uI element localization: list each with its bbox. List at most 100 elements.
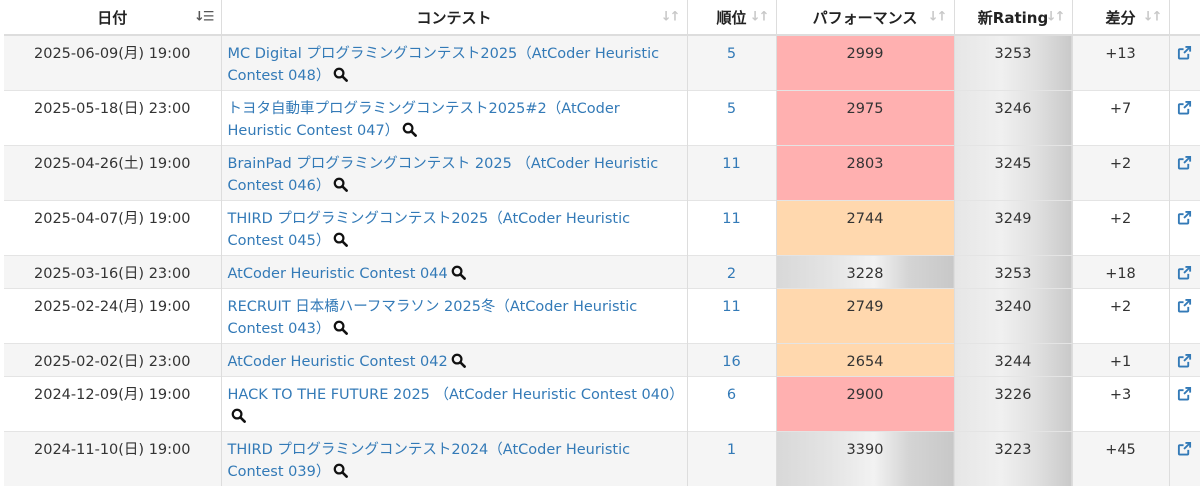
detail-cell bbox=[1169, 34, 1200, 90]
performance-cell: 2654 bbox=[776, 342, 955, 376]
diff-cell: +1 bbox=[1072, 342, 1170, 376]
diff-cell: +18 bbox=[1072, 254, 1170, 288]
performance-cell: 2999 bbox=[776, 34, 955, 90]
new-rating-cell: 3249 bbox=[954, 199, 1073, 255]
rank-link[interactable]: 11 bbox=[722, 299, 740, 315]
new-rating-cell: 3240 bbox=[954, 287, 1073, 343]
diff-cell: +2 bbox=[1072, 199, 1170, 255]
sort-descending-icon[interactable]: ↓☰ bbox=[194, 10, 214, 25]
rank-cell: 5 bbox=[687, 34, 777, 90]
date-cell: 2025-03-16(日) 23:00 bbox=[4, 254, 222, 288]
external-link-icon[interactable] bbox=[1177, 386, 1192, 408]
search-icon[interactable] bbox=[451, 353, 466, 375]
rank-link[interactable]: 6 bbox=[727, 387, 736, 403]
contest-link[interactable]: トヨタ自動車プログラミングコンテスト2025#2（AtCoder Heurist… bbox=[228, 101, 620, 139]
contest-link[interactable]: BrainPad プログラミングコンテスト 2025 （AtCoder Heur… bbox=[228, 156, 659, 194]
performance-cell: 2803 bbox=[776, 144, 955, 200]
sort-icon[interactable]: ↓↑ bbox=[1046, 10, 1066, 25]
search-icon[interactable] bbox=[333, 463, 349, 485]
diff-cell: +3 bbox=[1072, 375, 1170, 431]
search-icon[interactable] bbox=[333, 232, 349, 254]
performance-cell: 2744 bbox=[776, 199, 955, 255]
rank-cell: 11 bbox=[687, 199, 777, 255]
rank-link[interactable]: 11 bbox=[722, 156, 740, 172]
detail-cell bbox=[1169, 89, 1200, 145]
diff-cell: +13 bbox=[1072, 34, 1170, 90]
header-contest[interactable]: コンテスト ↓↑ bbox=[221, 0, 688, 36]
new-rating-cell: 3226 bbox=[954, 375, 1073, 431]
date-cell: 2025-04-26(土) 19:00 bbox=[4, 144, 222, 200]
header-diff[interactable]: 差分 ↓↑ bbox=[1072, 0, 1170, 36]
contest-cell: THIRD プログラミングコンテスト2024（AtCoder Heuristic… bbox=[221, 430, 688, 486]
external-link-icon[interactable] bbox=[1177, 298, 1192, 320]
date-cell: 2025-06-09(月) 19:00 bbox=[4, 34, 222, 90]
contest-cell: MC Digital プログラミングコンテスト2025（AtCoder Heur… bbox=[221, 34, 688, 90]
contest-history-table: 日付 ↓☰ コンテスト ↓↑ 順位 ↓↑ パフォーマンス ↓↑ 新Rating ↓↑ 差分… bbox=[4, 0, 1200, 486]
rank-cell: 2 bbox=[687, 254, 777, 288]
contest-link[interactable]: HACK TO THE FUTURE 2025 （AtCoder Heurist… bbox=[228, 387, 684, 403]
table-row: 2024-11-10(日) 19:00 THIRD プログラミングコンテスト202… bbox=[4, 430, 1200, 486]
external-link-icon[interactable] bbox=[1177, 441, 1192, 463]
diff-cell: +2 bbox=[1072, 144, 1170, 200]
table-header-row: 日付 ↓☰ コンテスト ↓↑ 順位 ↓↑ パフォーマンス ↓↑ 新Rating ↓↑ 差分… bbox=[4, 0, 1200, 36]
contest-link[interactable]: AtCoder Heuristic Contest 042 bbox=[228, 354, 448, 370]
contest-cell: THIRD プログラミングコンテスト2025（AtCoder Heuristic… bbox=[221, 199, 688, 255]
search-icon[interactable] bbox=[402, 122, 418, 144]
rank-cell: 6 bbox=[687, 375, 777, 431]
contest-link[interactable]: MC Digital プログラミングコンテスト2025（AtCoder Heur… bbox=[228, 46, 660, 84]
rank-cell: 11 bbox=[687, 144, 777, 200]
sort-icon[interactable]: ↓↑ bbox=[750, 10, 770, 25]
performance-cell: 3228 bbox=[776, 254, 955, 288]
search-icon[interactable] bbox=[451, 265, 466, 287]
contest-link[interactable]: RECRUIT 日本橋ハーフマラソン 2025冬（AtCoder Heurist… bbox=[228, 299, 638, 337]
sort-icon[interactable]: ↓↑ bbox=[928, 10, 948, 25]
detail-cell bbox=[1169, 430, 1200, 486]
detail-cell bbox=[1169, 144, 1200, 200]
search-icon[interactable] bbox=[333, 177, 349, 199]
header-rank[interactable]: 順位 ↓↑ bbox=[687, 0, 777, 36]
diff-cell: +45 bbox=[1072, 430, 1170, 486]
search-icon[interactable] bbox=[333, 320, 349, 342]
sort-icon[interactable]: ↓↑ bbox=[661, 10, 681, 25]
contest-cell: RECRUIT 日本橋ハーフマラソン 2025冬（AtCoder Heurist… bbox=[221, 287, 688, 343]
new-rating-cell: 3253 bbox=[954, 254, 1073, 288]
new-rating-cell: 3253 bbox=[954, 34, 1073, 90]
contest-cell: AtCoder Heuristic Contest 044 bbox=[221, 254, 688, 288]
contest-link[interactable]: THIRD プログラミングコンテスト2024（AtCoder Heuristic… bbox=[228, 442, 631, 480]
new-rating-cell: 3246 bbox=[954, 89, 1073, 145]
search-icon[interactable] bbox=[333, 67, 349, 89]
header-date[interactable]: 日付 ↓☰ bbox=[4, 0, 222, 36]
rank-link[interactable]: 2 bbox=[727, 266, 736, 282]
contest-cell: HACK TO THE FUTURE 2025 （AtCoder Heurist… bbox=[221, 375, 688, 431]
performance-cell: 2975 bbox=[776, 89, 955, 145]
performance-cell: 2900 bbox=[776, 375, 955, 431]
detail-cell bbox=[1169, 254, 1200, 288]
table-row: 2025-02-24(月) 19:00 RECRUIT 日本橋ハーフマラソン 20… bbox=[4, 287, 1200, 343]
external-link-icon[interactable] bbox=[1177, 210, 1192, 232]
header-performance[interactable]: パフォーマンス ↓↑ bbox=[776, 0, 955, 36]
date-cell: 2025-05-18(日) 23:00 bbox=[4, 89, 222, 145]
rank-link[interactable]: 16 bbox=[722, 354, 740, 370]
rank-link[interactable]: 5 bbox=[727, 101, 736, 117]
contest-cell: AtCoder Heuristic Contest 042 bbox=[221, 342, 688, 376]
rank-cell: 5 bbox=[687, 89, 777, 145]
table-row: 2025-03-16(日) 23:00 AtCoder Heuristic Con… bbox=[4, 254, 1200, 288]
date-cell: 2025-02-24(月) 19:00 bbox=[4, 287, 222, 343]
table-row: 2025-05-18(日) 23:00 トヨタ自動車プログラミングコンテスト202… bbox=[4, 89, 1200, 145]
sort-icon[interactable]: ↓↑ bbox=[1143, 10, 1163, 25]
search-icon[interactable] bbox=[231, 408, 246, 430]
rank-link[interactable]: 11 bbox=[722, 211, 740, 227]
external-link-icon[interactable] bbox=[1177, 100, 1192, 122]
date-cell: 2025-02-02(日) 23:00 bbox=[4, 342, 222, 376]
external-link-icon[interactable] bbox=[1177, 353, 1192, 375]
contest-link[interactable]: THIRD プログラミングコンテスト2025（AtCoder Heuristic… bbox=[228, 211, 631, 249]
rank-link[interactable]: 1 bbox=[727, 442, 736, 458]
rank-link[interactable]: 5 bbox=[727, 46, 736, 62]
external-link-icon[interactable] bbox=[1177, 265, 1192, 287]
external-link-icon[interactable] bbox=[1177, 155, 1192, 177]
contest-link[interactable]: AtCoder Heuristic Contest 044 bbox=[228, 266, 448, 282]
contest-cell: BrainPad プログラミングコンテスト 2025 （AtCoder Heur… bbox=[221, 144, 688, 200]
external-link-icon[interactable] bbox=[1177, 45, 1192, 67]
new-rating-cell: 3244 bbox=[954, 342, 1073, 376]
header-new-rating[interactable]: 新Rating ↓↑ bbox=[954, 0, 1073, 36]
